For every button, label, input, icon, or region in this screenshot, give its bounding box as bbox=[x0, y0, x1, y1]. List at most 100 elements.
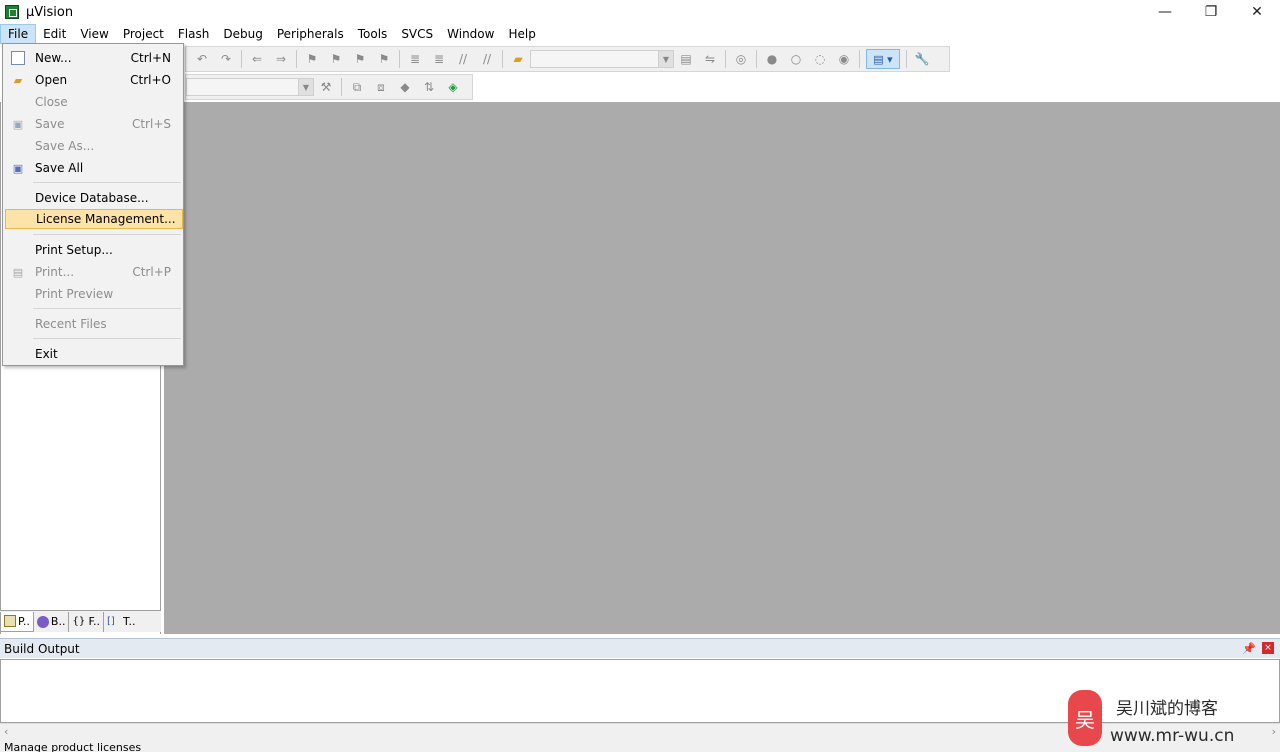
target-combo[interactable]: ▼ bbox=[186, 78, 314, 96]
tab-templates[interactable]: [] T.. bbox=[104, 612, 138, 632]
find-in-files-icon[interactable]: ▰ bbox=[509, 50, 527, 68]
menu-project[interactable]: Project bbox=[116, 24, 171, 44]
menu-peripherals[interactable]: Peripherals bbox=[270, 24, 351, 44]
navigate-forward-icon[interactable]: ⇒ bbox=[272, 50, 290, 68]
navigate-back-icon[interactable]: ⇐ bbox=[248, 50, 266, 68]
file-extensions-icon[interactable]: ⧈ bbox=[372, 78, 390, 96]
main-toolbar: ↶ ↷ ⇐ ⇒ ⚑ ⚑ ⚑ ⚑ ≣ ≣ // // ▰ ▼ ▤ ⇋ ◎ ● ○ … bbox=[185, 46, 950, 72]
minimize-button[interactable]: — bbox=[1142, 0, 1188, 24]
menu-separator bbox=[33, 308, 181, 309]
menu-item-print-setup[interactable]: Print Setup... bbox=[5, 240, 181, 260]
menu-item-label: Open bbox=[35, 73, 68, 87]
pin-icon[interactable]: 📌 bbox=[1242, 642, 1256, 655]
insert-breakpoint-icon[interactable]: ● bbox=[763, 50, 781, 68]
menu-separator bbox=[33, 234, 181, 235]
menu-item-open[interactable]: ▰ Open Ctrl+O bbox=[5, 70, 181, 90]
kill-breakpoints-icon[interactable]: ◉ bbox=[835, 50, 853, 68]
uvision-app-icon bbox=[5, 5, 19, 19]
close-button[interactable]: ✕ bbox=[1234, 0, 1280, 24]
pack-installer-icon[interactable]: ◈ bbox=[444, 78, 462, 96]
menu-window[interactable]: Window bbox=[440, 24, 501, 44]
menu-item-label: Save All bbox=[35, 161, 84, 175]
menu-item-print[interactable]: ▤ Print... Ctrl+P bbox=[5, 262, 181, 282]
comment-icon[interactable]: // bbox=[454, 50, 472, 68]
menu-tools[interactable]: Tools bbox=[351, 24, 395, 44]
menu-item-new[interactable]: New... Ctrl+N bbox=[5, 48, 181, 68]
bookmark-clear-icon[interactable]: ⚑ bbox=[375, 50, 393, 68]
undo-icon[interactable]: ↶ bbox=[193, 50, 211, 68]
menu-item-recent-files[interactable]: Recent Files bbox=[5, 314, 181, 334]
build-output-title: Build Output bbox=[4, 641, 80, 656]
bookmark-prev-icon[interactable]: ⚑ bbox=[327, 50, 345, 68]
build-output-header: Build Output 📌 × bbox=[0, 638, 1280, 658]
menu-item-close[interactable]: Close bbox=[5, 92, 181, 112]
menu-item-save-as[interactable]: Save As... bbox=[5, 136, 181, 156]
menu-item-shortcut: Ctrl+S bbox=[131, 117, 171, 131]
tab-books-label: B.. bbox=[50, 615, 66, 628]
menu-item-save[interactable]: ▣ Save Ctrl+S bbox=[5, 114, 181, 134]
combo-dropdown-icon[interactable]: ▼ bbox=[298, 79, 313, 95]
disable-breakpoints-icon[interactable]: ◌ bbox=[811, 50, 829, 68]
save-all-icon: ▣ bbox=[12, 161, 24, 175]
maximize-button[interactable]: ❐ bbox=[1188, 0, 1234, 24]
menu-item-label: Exit bbox=[35, 347, 58, 361]
scroll-left-icon[interactable]: ‹ bbox=[4, 725, 8, 738]
indent-icon[interactable]: ≣ bbox=[406, 50, 424, 68]
menu-debug[interactable]: Debug bbox=[216, 24, 269, 44]
tab-project-label: P.. bbox=[18, 614, 30, 628]
watermark-url: www.mr-wu.cn bbox=[1110, 726, 1235, 746]
menu-item-label: Recent Files bbox=[35, 317, 107, 331]
manage-runtime-icon[interactable]: ◆ bbox=[396, 78, 414, 96]
menu-flash[interactable]: Flash bbox=[171, 24, 216, 44]
watermark: 吴 吴川斌的博客 www.mr-wu.cn bbox=[1064, 688, 1274, 748]
menu-file[interactable]: File bbox=[0, 24, 37, 44]
menu-svcs[interactable]: SVCS bbox=[394, 24, 440, 44]
menu-item-exit[interactable]: Exit bbox=[5, 344, 181, 364]
tab-templates-label: T.. bbox=[123, 615, 136, 628]
project-icon bbox=[4, 615, 16, 627]
print-icon: ▤ bbox=[12, 265, 24, 279]
tab-functions[interactable]: {} F.. bbox=[69, 611, 105, 632]
unindent-icon[interactable]: ≣ bbox=[430, 50, 448, 68]
enable-breakpoint-icon[interactable]: ○ bbox=[787, 50, 805, 68]
save-icon: ▣ bbox=[12, 117, 24, 131]
editor-area[interactable] bbox=[164, 102, 1280, 634]
menu-item-shortcut: Ctrl+P bbox=[132, 265, 171, 279]
menu-separator bbox=[33, 338, 181, 339]
tab-project[interactable]: P.. bbox=[0, 611, 34, 632]
menu-item-label: Save As... bbox=[35, 139, 95, 153]
new-file-icon bbox=[11, 51, 25, 65]
tab-books[interactable]: B.. bbox=[34, 611, 70, 632]
menu-help[interactable]: Help bbox=[501, 24, 542, 44]
menu-edit[interactable]: Edit bbox=[36, 24, 73, 44]
window-title: µVision bbox=[26, 4, 74, 20]
menu-bar: File Edit View Project Flash Debug Perip… bbox=[0, 24, 1280, 44]
configure-wrench-icon[interactable]: 🔧 bbox=[913, 50, 931, 68]
bookmark-next-icon[interactable]: ⚑ bbox=[351, 50, 369, 68]
find-icon[interactable]: ▤ bbox=[677, 50, 695, 68]
target-options-icon[interactable]: ⚒ bbox=[317, 78, 335, 96]
redo-icon[interactable]: ↷ bbox=[217, 50, 235, 68]
menu-item-label: Print Setup... bbox=[35, 243, 113, 257]
combo-dropdown-icon[interactable]: ▼ bbox=[658, 51, 673, 67]
window-layout-icon[interactable]: ▤ ▾ bbox=[866, 49, 900, 69]
uncomment-icon[interactable]: // bbox=[478, 50, 496, 68]
menu-item-save-all[interactable]: ▣ Save All bbox=[5, 158, 181, 178]
toolbar-separator bbox=[756, 50, 757, 68]
manage-project-items-icon[interactable]: ⧉ bbox=[348, 78, 366, 96]
menu-item-print-preview[interactable]: Print Preview bbox=[5, 284, 181, 304]
find-combo[interactable]: ▼ bbox=[530, 50, 674, 68]
close-panel-icon[interactable]: × bbox=[1262, 642, 1274, 654]
functions-icon: {} bbox=[72, 615, 86, 627]
menu-item-license-management[interactable]: License Management... bbox=[5, 209, 183, 229]
bookmark-insert-icon[interactable]: ⚑ bbox=[303, 50, 321, 68]
incremental-find-icon[interactable]: ⇋ bbox=[701, 50, 719, 68]
open-folder-icon: ▰ bbox=[13, 73, 23, 87]
menu-view[interactable]: View bbox=[73, 24, 115, 44]
menu-item-device-database[interactable]: Device Database... bbox=[5, 188, 181, 208]
toolbar-separator bbox=[725, 50, 726, 68]
menu-item-shortcut: Ctrl+O bbox=[130, 73, 171, 87]
select-software-packs-icon[interactable]: ⇅ bbox=[420, 78, 438, 96]
debug-session-icon[interactable]: ◎ bbox=[732, 50, 750, 68]
toolbar-separator bbox=[859, 50, 860, 68]
